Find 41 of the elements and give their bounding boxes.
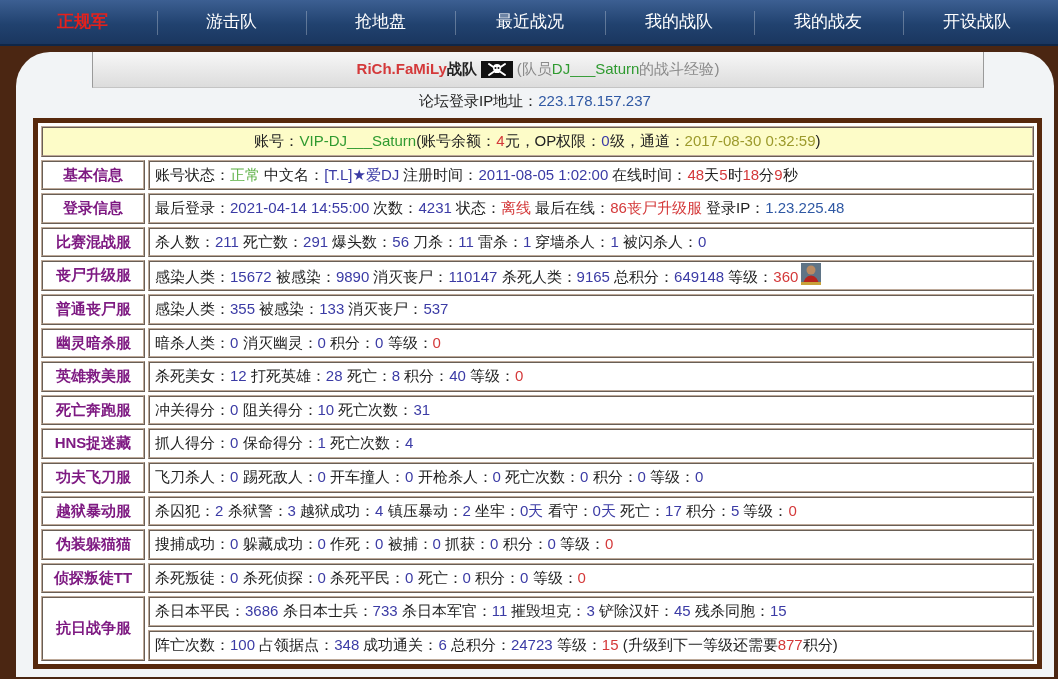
nav-tab[interactable]: 游击队: [157, 0, 307, 44]
stats-text: 杀死美女：12 打死英雄：28 死亡：8 积分：40 等级：0: [155, 367, 524, 385]
row-header: 普通丧尸服: [41, 293, 145, 325]
nav-tab[interactable]: 我的战队: [604, 0, 754, 44]
stats-text: 杀日本平民：3686 杀日本士兵：733 杀日本军官：11 摧毁坦克：3 铲除汉奸：45 残杀同胞：15: [155, 602, 787, 620]
row-header: 抗日战争服: [41, 596, 145, 661]
page-subtitle: (队员DJ___Saturn的战斗经验): [516, 59, 720, 80]
team-name: RiCh.FaMiLy战队: [356, 59, 477, 80]
login-ip-text: 论坛登录IP地址：223.178.157.237: [419, 92, 651, 109]
stats-text: 抓人得分：0 保命得分：1 死亡次数：4: [155, 434, 414, 452]
stats-text: 搜捕成功：0 躲藏成功：0 作死：0 被捕：0 抓获：0 积分：0 等级：0: [155, 535, 614, 553]
row-header: 死亡奔跑服: [41, 394, 145, 426]
row-header: 登录信息: [41, 193, 145, 224]
row-header: 功夫飞刀服: [41, 461, 145, 493]
pirate-flag-icon: [480, 61, 513, 78]
stats-text: 杀死叛徒：0 杀死侦探：0 杀死平民：0 死亡：0 积分：0 等级：0: [155, 568, 586, 586]
stats-text: 飞刀杀人：0 踢死敌人：0 开车撞人：0 开枪杀人：0 死亡次数：0 积分：0 等级：0: [155, 468, 704, 485]
nav-tab[interactable]: 最近战况: [455, 0, 605, 44]
row-header: 幽灵暗杀服: [41, 327, 145, 359]
nav-tab[interactable]: 抢地盘: [306, 0, 456, 44]
stats-text: 阵亡次数：100 占领据点：348 成功通关：6 总积分：24723 等级：15 (升级到下一等级还需要877积分): [155, 635, 838, 653]
row-header: 基本信息: [41, 159, 145, 191]
stats-text: 冲关得分：0 阻关得分：10 死亡次数：31: [155, 400, 431, 418]
account-summary: 账号：VIP-DJ___Saturn(账号余额：4元，OP权限：0级，通道：2017-08-30 0:32:59): [41, 126, 1034, 157]
stats-text: 账号状态：正常 中文名：[T.L]★爱DJ 注册时间：2011-08-05 1:02:00 在线时间：48天5时18分9秒: [155, 165, 798, 183]
row-header: 越狱暴动服: [41, 495, 145, 527]
row-header: 丧尸升级服: [41, 260, 145, 291]
stats-text: 最后登录：2021-04-14 14:55:00 次数：4231 状态：离线 最后在线：86丧尸升级服 登录IP：1.23.225.48: [155, 199, 845, 217]
stats-text: 暗杀人类：0 消灭幽灵：0 积分：0 等级：0: [155, 333, 441, 351]
row-header: HNS捉迷藏: [41, 428, 145, 459]
row-header: 英雄救美服: [41, 361, 145, 392]
stats-text: 杀囚犯：2 杀狱警：3 越狱成功：4 镇压暴动：2 坐牢：0天 看守：0天 死亡：17 积分：5 等级：0: [155, 501, 797, 519]
stats-text: 杀人数：211 死亡数：291 爆头数：56 刀杀：11 雷杀：1 穿墙杀人：1 被闪杀人：0: [155, 232, 707, 250]
stats-text: 感染人类：355 被感染：133 消灭丧尸：537: [155, 300, 449, 317]
row-header: 侦探叛徒TT: [41, 562, 145, 594]
nav-tab[interactable]: 开设战队: [902, 0, 1052, 44]
nav-tab[interactable]: 我的战友: [753, 0, 903, 44]
row-header: 伪装躲猫猫: [41, 529, 145, 560]
stats-text: 感染人类：15672 被感染：9890 消灭丧尸：110147 杀死人类：9165 总积分：649148 等级：360: [155, 267, 799, 285]
row-header: 比赛混战服: [41, 226, 145, 258]
avatar-icon: [801, 262, 822, 285]
